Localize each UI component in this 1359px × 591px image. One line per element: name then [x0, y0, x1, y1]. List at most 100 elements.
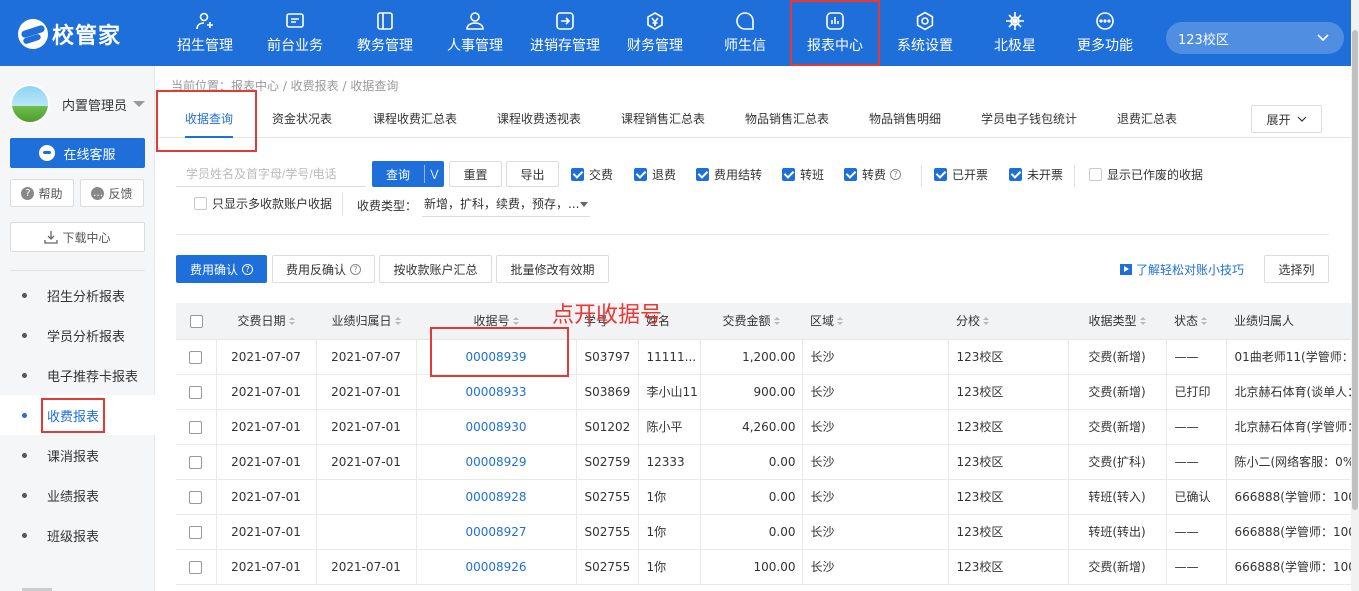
- checkbox-box[interactable]: [1009, 168, 1022, 181]
- col-receipt-type[interactable]: 收据类型: [1068, 303, 1166, 340]
- tab-course-fee-summary[interactable]: 课程收费汇总表: [373, 102, 457, 138]
- checkbox-fee-carryover[interactable]: 费用结转: [696, 166, 762, 183]
- col-pay-date[interactable]: 交费日期: [216, 303, 316, 340]
- sort-icon[interactable]: [1139, 317, 1146, 326]
- checkbox-box[interactable]: [189, 560, 203, 574]
- row-checkbox[interactable]: [176, 479, 216, 515]
- row-checkbox[interactable]: [176, 409, 216, 445]
- fee-unconfirm-button[interactable]: 费用反确认?: [272, 255, 375, 283]
- receipt-no-link[interactable]: 00008930: [415, 409, 576, 445]
- online-service-button[interactable]: 在线客服: [10, 138, 145, 168]
- batch-edit-validity-button[interactable]: 批量修改有效期: [496, 255, 609, 283]
- checkbox-multi-account[interactable]: 只显示多收款账户收据: [194, 195, 332, 212]
- receipt-no-link[interactable]: 00008926: [415, 549, 576, 585]
- checkbox-box[interactable]: [189, 314, 203, 328]
- checkbox-show-voided[interactable]: 显示已作废的收据: [1089, 166, 1203, 183]
- export-button[interactable]: 导出: [506, 161, 559, 187]
- nav-item-settings[interactable]: 系统设置: [880, 0, 970, 66]
- reconcile-tips-link[interactable]: 了解轻松对账小技巧: [1120, 261, 1244, 278]
- row-checkbox[interactable]: [176, 549, 216, 585]
- checkbox-box[interactable]: [696, 168, 709, 181]
- reset-button[interactable]: 重置: [449, 161, 502, 187]
- user-menu[interactable]: 内置管理员: [10, 84, 150, 124]
- checkbox-box[interactable]: [934, 168, 947, 181]
- receipt-no-link[interactable]: 00008928: [415, 479, 576, 515]
- sidebar-item-student-report[interactable]: 学员分析报表: [0, 315, 155, 355]
- search-input[interactable]: [176, 161, 366, 187]
- sort-icon[interactable]: [288, 317, 295, 326]
- row-checkbox[interactable]: [176, 444, 216, 480]
- nav-item-polaris[interactable]: 北极星: [970, 0, 1060, 66]
- sort-icon[interactable]: [394, 317, 401, 326]
- nav-item-more[interactable]: 更多功能: [1060, 0, 1150, 66]
- tab-course-sales-summary[interactable]: 课程销售汇总表: [621, 102, 705, 138]
- receipt-no-link[interactable]: 00008927: [415, 514, 576, 550]
- col-branch[interactable]: 分校: [948, 303, 1068, 340]
- checkbox-box[interactable]: [189, 490, 203, 504]
- sort-icon[interactable]: [773, 317, 780, 326]
- select-columns-button[interactable]: 选择列: [1264, 255, 1329, 283]
- checkbox-box[interactable]: [844, 168, 857, 181]
- checkbox-box[interactable]: [189, 525, 203, 539]
- sidebar-item-performance-report[interactable]: 业绩报表: [0, 475, 155, 515]
- sort-icon[interactable]: [512, 317, 519, 326]
- row-checkbox[interactable]: [176, 339, 216, 375]
- checkbox-refund[interactable]: 退费: [634, 166, 676, 183]
- feedback-button[interactable]: … 反馈: [80, 179, 144, 207]
- tab-refund-summary[interactable]: 退费汇总表: [1117, 102, 1177, 138]
- select-all-checkbox[interactable]: [176, 303, 216, 340]
- page-scrollbar[interactable]: [1351, 0, 1359, 591]
- logo[interactable]: 校管家: [18, 18, 121, 50]
- sort-icon[interactable]: [983, 317, 990, 326]
- sidebar-item-enrollment-report[interactable]: 招生分析报表: [0, 275, 155, 315]
- checkbox-fee-transfer[interactable]: 转费?: [844, 166, 902, 183]
- checkbox-box[interactable]: [194, 197, 207, 210]
- row-checkbox[interactable]: [176, 514, 216, 550]
- campus-select[interactable]: 123校区: [1166, 22, 1344, 54]
- checkbox-box[interactable]: [571, 168, 584, 181]
- tab-receipt-query[interactable]: 收据查询: [185, 102, 234, 138]
- receipt-no-link[interactable]: 00008933: [415, 374, 576, 410]
- tab-goods-sales-summary[interactable]: 物品销售汇总表: [745, 102, 829, 138]
- nav-item-recruit[interactable]: 招生管理: [160, 0, 250, 66]
- col-region[interactable]: 区域: [802, 303, 948, 340]
- help-button[interactable]: ? 帮助: [10, 179, 74, 207]
- checkbox-box[interactable]: [189, 350, 203, 364]
- sidebar-item-fee-report[interactable]: 收费报表: [0, 395, 155, 435]
- receipt-no-link[interactable]: 00008929: [415, 444, 576, 480]
- sort-icon[interactable]: [1201, 317, 1208, 326]
- tab-goods-sales-detail[interactable]: 物品销售明细: [869, 102, 941, 138]
- checkbox-box[interactable]: [782, 168, 795, 181]
- col-performance-date[interactable]: 业绩归属日: [316, 303, 416, 340]
- tab-wallet-stats[interactable]: 学员电子钱包统计: [981, 102, 1077, 138]
- checkbox-payment[interactable]: 交费: [571, 166, 613, 183]
- nav-item-academic[interactable]: 教务管理: [340, 0, 430, 66]
- download-center-button[interactable]: 下载中心: [10, 222, 145, 252]
- sort-icon[interactable]: [837, 317, 844, 326]
- expand-button[interactable]: 展开: [1251, 105, 1322, 133]
- sidebar-item-class-report[interactable]: 班级报表: [0, 515, 155, 555]
- nav-item-front-desk[interactable]: 前台业务: [250, 0, 340, 66]
- fee-confirm-button[interactable]: 费用确认?: [176, 255, 267, 283]
- col-status[interactable]: 状态: [1166, 303, 1226, 340]
- checkbox-box[interactable]: [634, 168, 647, 181]
- help-icon[interactable]: ?: [890, 169, 902, 180]
- checkbox-box[interactable]: [189, 420, 203, 434]
- checkbox-box[interactable]: [1089, 168, 1102, 181]
- sidebar-item-referral-card-report[interactable]: 电子推荐卡报表: [0, 355, 155, 395]
- summary-by-account-button[interactable]: 按收款账户汇总: [379, 255, 492, 283]
- query-button[interactable]: 查询 ⋁: [372, 161, 444, 187]
- double-chevron-down-icon[interactable]: ⋁: [425, 169, 444, 180]
- nav-item-inventory[interactable]: 进销存管理: [520, 0, 610, 66]
- nav-item-finance[interactable]: 财务管理: [610, 0, 700, 66]
- tab-course-fee-pivot[interactable]: 课程收费透视表: [497, 102, 581, 138]
- col-amount[interactable]: 交费金额: [700, 303, 802, 340]
- fee-type-select[interactable]: 新增，扩科，续费，预存，...: [422, 193, 590, 217]
- sidebar-item-consumption-report[interactable]: 课消报表: [0, 435, 155, 475]
- nav-item-reports[interactable]: 报表中心: [790, 0, 880, 66]
- checkbox-invoiced[interactable]: 已开票: [934, 166, 988, 183]
- row-checkbox[interactable]: [176, 374, 216, 410]
- checkbox-box[interactable]: [189, 455, 203, 469]
- checkbox-class-transfer[interactable]: 转班: [782, 166, 824, 183]
- nav-item-hr[interactable]: 人事管理: [430, 0, 520, 66]
